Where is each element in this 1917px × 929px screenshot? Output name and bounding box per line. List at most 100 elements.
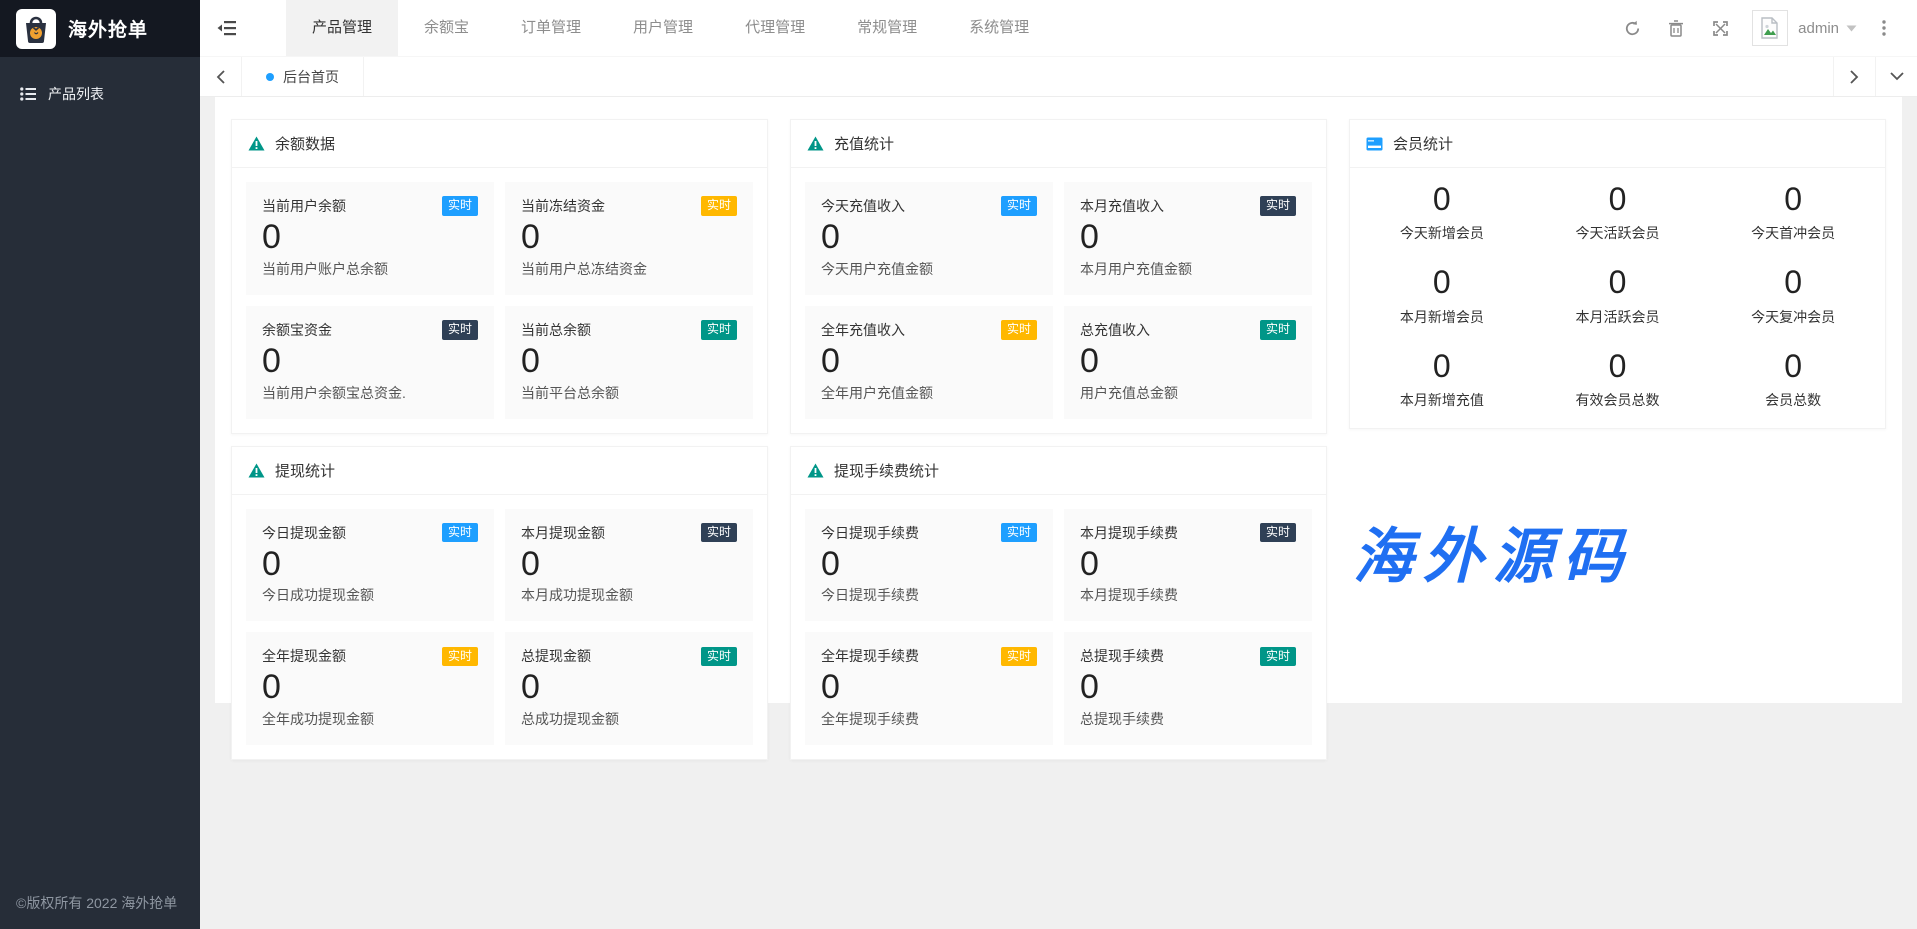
stat-card: 今日提现手续费 实时 0 今日提现手续费 [805,509,1053,622]
trash-icon [1668,20,1684,37]
chevron-down-icon [1890,72,1904,81]
member-stat: 0 本月新增充值 [1354,347,1530,410]
stats-panel: 余额数据 当前用户余额 实时 0 当前用户账户总余额 当前冻结资金 实时 0 当… [231,119,768,434]
member-value: 0 [1354,347,1530,385]
tab-menu-button[interactable] [1875,57,1917,96]
realtime-badge: 实时 [442,523,478,543]
avatar[interactable] [1752,10,1788,46]
realtime-badge: 实时 [1260,196,1296,216]
stat-card: 余额宝资金 实时 0 当前用户余额宝总资金. [246,306,494,419]
topnav-item[interactable]: 余额宝 [398,0,495,56]
realtime-badge: 实时 [442,320,478,340]
more-menu-button[interactable] [1867,0,1901,56]
stat-value: 0 [1080,217,1296,258]
topnav-item[interactable]: 订单管理 [495,0,607,56]
sidebar-item[interactable]: 产品列表 [0,71,200,117]
stat-value: 0 [1080,544,1296,585]
member-label: 有效会员总数 [1530,390,1706,410]
topnav-item[interactable]: 用户管理 [607,0,719,56]
topnav-item[interactable]: 产品管理 [286,0,398,56]
tabbar-right [1833,57,1917,96]
stat-card-top: 本月提现金额 实时 [521,523,737,543]
stat-desc: 本月提现手续费 [1080,585,1296,605]
member-value: 0 [1530,180,1706,218]
chevron-left-icon [216,70,225,84]
stat-card-top: 今日提现金额 实时 [262,523,478,543]
topnav-item[interactable]: 常规管理 [831,0,943,56]
panel-title: 会员统计 [1393,133,1453,154]
stat-value: 0 [262,544,478,585]
stat-card: 本月提现金额 实时 0 本月成功提现金额 [505,509,753,622]
panel-slot: 提现手续费统计 今日提现手续费 实时 0 今日提现手续费 本月提现手续费 实时 … [790,446,1327,761]
app-title: 海外抢单 [68,15,148,42]
stat-card: 本月充值收入 实时 0 本月用户充值金额 [1064,182,1312,295]
stat-desc: 当前平台总余额 [521,383,737,403]
stat-title: 总提现金额 [521,646,591,666]
panel-header: 余额数据 [232,120,767,168]
tab-scroll-left-button[interactable] [200,57,242,96]
panel-title: 余额数据 [275,133,335,154]
stat-title: 全年提现手续费 [821,646,919,666]
panel-title: 提现手续费统计 [834,460,939,481]
member-stat: 0 本月活跃会员 [1530,263,1706,326]
fullscreen-button[interactable] [1698,0,1742,56]
stat-title: 总充值收入 [1080,320,1150,340]
realtime-badge: 实时 [1001,647,1037,667]
copyright: ©版权所有 2022 海外抢单 [16,893,177,913]
member-stat: 0 今天活跃会员 [1530,180,1706,243]
content-area: 余额数据 当前用户余额 实时 0 当前用户账户总余额 当前冻结资金 实时 0 当… [200,97,1917,929]
stat-card-top: 总提现金额 实时 [521,646,737,666]
topnav-item[interactable]: 代理管理 [719,0,831,56]
panel-slot: 余额数据 当前用户余额 实时 0 当前用户账户总余额 当前冻结资金 实时 0 当… [231,119,768,434]
member-stat: 0 今天复冲会员 [1705,263,1881,326]
member-label: 今天新增会员 [1354,223,1530,243]
member-stat: 0 今天新增会员 [1354,180,1530,243]
stat-desc: 今天用户充值金额 [821,259,1037,279]
member-stats-panel: 会员统计 0 今天新增会员 0 今天活跃会员 0 今天首冲会员 0 本月新增会员… [1349,119,1886,429]
stat-card: 今日提现金额 实时 0 今日成功提现金额 [246,509,494,622]
stat-desc: 本月用户充值金额 [1080,259,1296,279]
stat-value: 0 [821,341,1037,382]
tab-home[interactable]: 后台首页 [242,57,364,96]
clear-cache-button[interactable] [1654,0,1698,56]
tab-active-dot [266,73,274,81]
stat-title: 今天充值收入 [821,196,905,216]
member-stat: 0 会员总数 [1705,347,1881,410]
warning-triangle-icon [807,463,824,478]
stat-desc: 全年用户充值金额 [821,383,1037,403]
app-logo [16,9,56,49]
member-value: 0 [1530,347,1706,385]
stat-title: 当前用户余额 [262,196,346,216]
stat-card-top: 当前总余额 实时 [521,320,737,340]
panel-header: 提现统计 [232,447,767,495]
stat-desc: 用户充值总金额 [1080,383,1296,403]
member-label: 今天活跃会员 [1530,223,1706,243]
tab-label: 后台首页 [283,67,339,87]
stat-card: 本月提现手续费 实时 0 本月提现手续费 [1064,509,1312,622]
stat-card-top: 总提现手续费 实时 [1080,646,1296,666]
realtime-badge: 实时 [701,196,737,216]
member-value: 0 [1354,180,1530,218]
stat-card: 今天充值收入 实时 0 今天用户充值金额 [805,182,1053,295]
stat-value: 0 [521,341,737,382]
panel-body: 今日提现金额 实时 0 今日成功提现金额 本月提现金额 实时 0 本月成功提现金… [232,495,767,760]
stat-title: 本月充值收入 [1080,196,1164,216]
stat-desc: 总成功提现金额 [521,709,737,729]
stat-title: 本月提现金额 [521,523,605,543]
topnav-item[interactable]: 系统管理 [943,0,1055,56]
realtime-badge: 实时 [442,647,478,667]
stat-value: 0 [262,341,478,382]
member-value: 0 [1354,263,1530,301]
stat-title: 全年提现金额 [262,646,346,666]
admin-dropdown[interactable]: admin [1798,20,1857,37]
stat-desc: 当前用户余额宝总资金. [262,383,478,403]
member-value: 0 [1705,347,1881,385]
collapse-sidebar-button[interactable] [200,0,252,56]
fullscreen-icon [1712,20,1729,37]
stat-card: 全年充值收入 实时 0 全年用户充值金额 [805,306,1053,419]
refresh-button[interactable] [1610,0,1654,56]
tab-scroll-right-button[interactable] [1833,57,1875,96]
realtime-badge: 实时 [442,196,478,216]
header: 产品管理余额宝订单管理用户管理代理管理常规管理系统管理 [200,0,1917,57]
stat-desc: 总提现手续费 [1080,709,1296,729]
